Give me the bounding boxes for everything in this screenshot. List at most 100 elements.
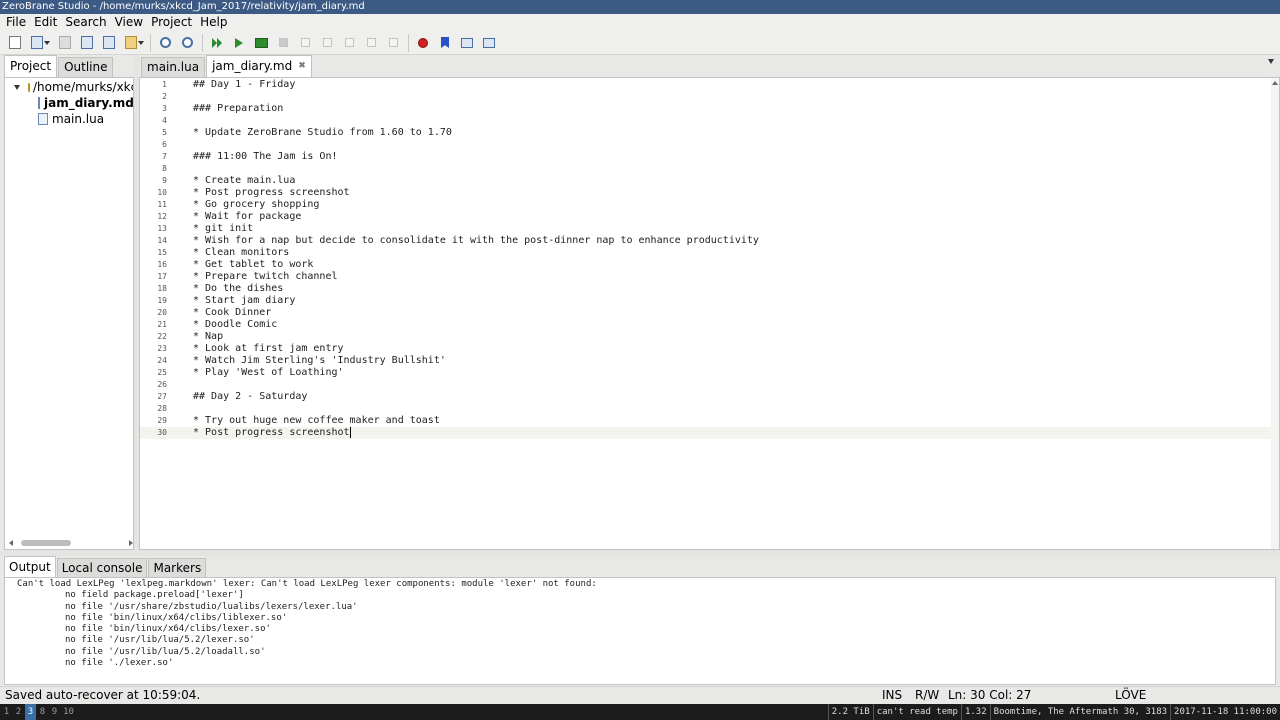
tab-local-console[interactable]: Local console	[56, 558, 148, 577]
code-line[interactable]: 2	[140, 91, 1279, 103]
workspace-3[interactable]: 3	[25, 704, 36, 720]
code-line[interactable]: 10 * Post progress screenshot	[140, 187, 1279, 199]
tab-outline[interactable]: Outline	[58, 57, 114, 77]
chevron-down-icon[interactable]	[1268, 59, 1274, 64]
code-line[interactable]: 23 * Look at first jam entry	[140, 343, 1279, 355]
scroll-up-icon[interactable]	[1272, 81, 1278, 85]
code-line[interactable]: 21 * Doodle Comic	[140, 319, 1279, 331]
tab-markers[interactable]: Markers	[148, 558, 207, 577]
line-text	[168, 115, 193, 127]
line-text: * git init	[193, 223, 254, 234]
tab-jam-diary[interactable]: jam_diary.md ✖	[206, 55, 312, 77]
code-line[interactable]: 9 * Create main.lua	[140, 175, 1279, 187]
code-line[interactable]: 12 * Wait for package	[140, 211, 1279, 223]
workspace-2[interactable]: 2	[13, 704, 24, 720]
open-file-icon[interactable]	[28, 34, 50, 52]
line-text: * Go grocery shopping	[193, 199, 320, 210]
close-icon[interactable]: ✖	[298, 57, 306, 76]
status-interpreter[interactable]: LÖVE	[1115, 687, 1146, 704]
code-line[interactable]: 8	[140, 163, 1279, 175]
code-line[interactable]: 7 ### 11:00 The Jam is On!	[140, 151, 1279, 163]
code-line[interactable]: 29 * Try out huge new coffee maker and to…	[140, 415, 1279, 427]
stop-icon[interactable]	[274, 34, 292, 52]
stack-window-icon[interactable]	[458, 34, 476, 52]
menu-project[interactable]: Project	[147, 14, 196, 31]
output-line: no file '/usr/lib/lua/5.2/loadall.so'	[65, 646, 266, 657]
system-status-item: 2.2 TiB	[827, 704, 873, 720]
code-editor[interactable]: 1 ## Day 1 - Friday 2 3 ### Preparation 4 5 * U…	[139, 77, 1280, 550]
scroll-left-icon[interactable]	[9, 540, 13, 546]
break-icon[interactable]	[384, 34, 402, 52]
code-line[interactable]: 6	[140, 139, 1279, 151]
code-line[interactable]: 20 * Cook Dinner	[140, 307, 1279, 319]
workspace-1[interactable]: 1	[1, 704, 12, 720]
step-into-icon[interactable]	[296, 34, 314, 52]
code-line[interactable]: 26	[140, 379, 1279, 391]
output-line: no file '/usr/lib/lua/5.2/lexer.so'	[65, 635, 255, 646]
code-line[interactable]: 19 * Start jam diary	[140, 295, 1279, 307]
code-line[interactable]: 16 * Get tablet to work	[140, 259, 1279, 271]
step-over-icon[interactable]	[318, 34, 336, 52]
code-line[interactable]: 18 * Do the dishes	[140, 283, 1279, 295]
find-icon[interactable]	[156, 34, 174, 52]
watch-window-icon[interactable]	[480, 34, 498, 52]
tree-file-main-lua[interactable]: main.lua	[5, 111, 133, 127]
tree-horizontal-scrollbar[interactable]	[9, 539, 133, 547]
tab-main-lua[interactable]: main.lua	[141, 57, 206, 77]
line-number: 20	[157, 308, 167, 317]
code-line[interactable]: 3 ### Preparation	[140, 103, 1279, 115]
code-line[interactable]: 17 * Prepare twitch channel	[140, 271, 1279, 283]
code-line[interactable]: 15 * Clean monitors	[140, 247, 1279, 259]
line-number: 19	[157, 296, 167, 305]
code-line[interactable]: 5 * Update ZeroBrane Studio from 1.60 to …	[140, 127, 1279, 139]
menu-search[interactable]: Search	[61, 14, 110, 31]
workspace-8[interactable]: 8	[37, 704, 48, 720]
line-text: * Do the dishes	[193, 283, 284, 294]
code-line[interactable]: 4	[140, 115, 1279, 127]
code-line[interactable]: 30 * Post progress screenshot	[140, 427, 1279, 439]
workspace-9[interactable]: 9	[49, 704, 60, 720]
choose-project-directory-icon[interactable]	[122, 34, 144, 52]
output-console[interactable]: Can't load LexLPeg 'lexlpeg.markdown' le…	[4, 577, 1276, 685]
tree-root[interactable]: /home/murks/xkcd_Jam_2017	[5, 79, 133, 95]
code-line[interactable]: 11 * Go grocery shopping	[140, 199, 1279, 211]
code-line[interactable]: 14 * Wish for a nap but decide to consoli…	[140, 235, 1279, 247]
toolbar	[0, 31, 1280, 55]
scroll-right-icon[interactable]	[129, 540, 133, 546]
workspace-10[interactable]: 10	[61, 704, 76, 720]
expand-icon[interactable]	[14, 84, 20, 90]
code-line[interactable]: 25 * Play 'West of Loathing'	[140, 367, 1279, 379]
run-to-cursor-icon[interactable]	[362, 34, 380, 52]
bookmark-icon[interactable]	[436, 34, 454, 52]
new-file-icon[interactable]	[6, 34, 24, 52]
tab-label: jam_diary.md	[212, 59, 293, 73]
find-in-files-icon[interactable]	[178, 34, 196, 52]
save-all-icon[interactable]	[78, 34, 96, 52]
menu-edit[interactable]: Edit	[30, 14, 61, 31]
menu-help[interactable]: Help	[196, 14, 231, 31]
code-line[interactable]: 24 * Watch Jim Sterling's 'Industry Bulls…	[140, 355, 1279, 367]
step-out-icon[interactable]	[340, 34, 358, 52]
status-message: Saved auto-recover at 10:59:04.	[5, 688, 201, 702]
project-directory-icon[interactable]	[100, 34, 118, 52]
editor-vertical-scrollbar[interactable]	[1271, 78, 1279, 549]
tree-file-jam-diary[interactable]: jam_diary.md	[5, 95, 133, 111]
menu-file[interactable]: File	[2, 14, 30, 31]
run-as-scratchpad-icon[interactable]	[252, 34, 270, 52]
save-icon[interactable]	[56, 34, 74, 52]
tab-output[interactable]: Output	[4, 556, 56, 577]
code-line[interactable]: 1 ## Day 1 - Friday	[140, 79, 1279, 91]
code-line[interactable]: 27 ## Day 2 - Saturday	[140, 391, 1279, 403]
line-number: 23	[157, 344, 167, 353]
code-line[interactable]: 13 * git init	[140, 223, 1279, 235]
run-icon[interactable]	[208, 34, 226, 52]
scrollbar-thumb[interactable]	[21, 540, 71, 546]
menu-view[interactable]: View	[111, 14, 147, 31]
start-debugging-icon[interactable]	[230, 34, 248, 52]
code-line[interactable]: 22 * Nap	[140, 331, 1279, 343]
toggle-breakpoint-icon[interactable]	[414, 34, 432, 52]
line-text	[168, 403, 193, 415]
tab-project[interactable]: Project	[4, 55, 58, 77]
code-line[interactable]: 28	[140, 403, 1279, 415]
project-panel: Project Outline /home/murks/xkcd_Jam_201…	[0, 55, 134, 550]
